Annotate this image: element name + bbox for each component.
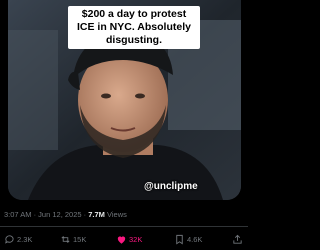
bookmark-icon: [176, 234, 183, 244]
repost-button[interactable]: 15K: [60, 232, 86, 246]
video-watermark: @unclipme: [144, 181, 198, 192]
reply-button[interactable]: 2.3K: [4, 232, 32, 246]
divider: [0, 226, 248, 227]
views-count: 7.7M: [88, 210, 105, 219]
action-bar: 2.3K 15K 32K 4.6K: [0, 232, 248, 246]
like-button[interactable]: 32K: [116, 232, 142, 246]
reply-icon: [5, 234, 14, 244]
video-caption: $200 a day to protest ICE in NYC. Absolu…: [68, 6, 200, 49]
post-metadata: 3:07 AM · Jun 12, 2025 · 7.7M Views: [4, 210, 127, 219]
views-label: Views: [104, 210, 127, 219]
heart-icon: [117, 235, 126, 244]
bookmark-count: 4.6K: [187, 234, 203, 244]
bookmark-button[interactable]: 4.6K: [174, 232, 202, 246]
repost-count: 15K: [73, 234, 87, 244]
reply-count: 2.3K: [17, 234, 33, 244]
share-button[interactable]: [232, 232, 243, 246]
repost-icon: [61, 235, 70, 243]
share-icon: [233, 234, 242, 244]
post-timestamp[interactable]: 3:07 AM · Jun 12, 2025 ·: [4, 210, 88, 219]
video-player[interactable]: $200 a day to protest ICE in NYC. Absolu…: [8, 0, 241, 200]
like-count: 32K: [129, 234, 143, 244]
